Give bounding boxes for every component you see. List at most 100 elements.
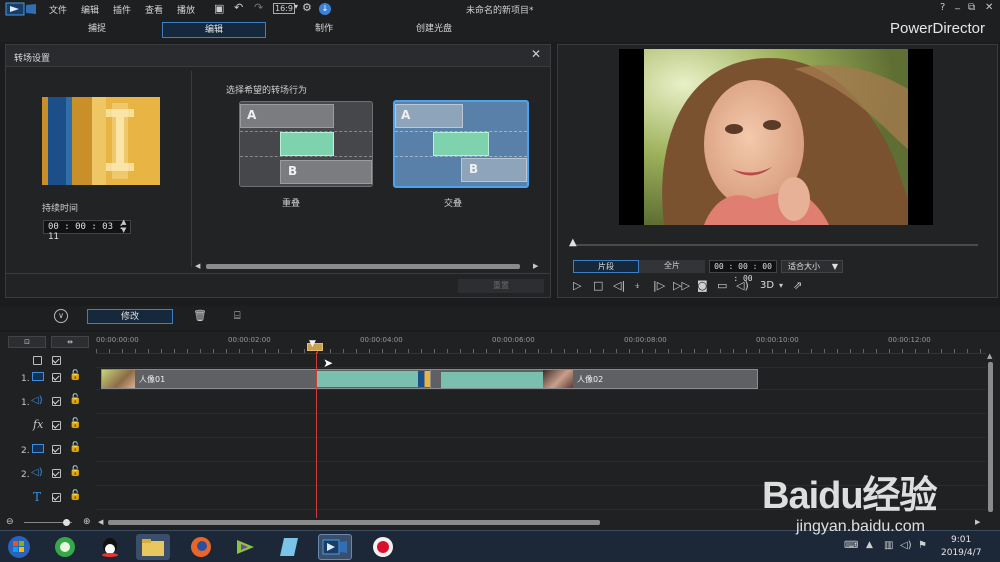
clip-thumbnail — [102, 370, 135, 388]
scrubber-handle-icon[interactable]: ▲ — [569, 237, 577, 248]
fast-forward-icon[interactable]: ▷▷ — [673, 279, 690, 292]
close-icon[interactable]: ✕ — [531, 47, 541, 61]
time-ruler[interactable]: 00:00:00:00 00:00:02:00 00:00:04:00 00:0… — [96, 332, 986, 354]
modify-button[interactable]: 修改 — [87, 309, 173, 324]
lock-icon[interactable]: 🔓 — [69, 394, 81, 405]
media-player-icon[interactable] — [228, 534, 262, 560]
scroll-left-icon[interactable]: ◀ — [195, 262, 200, 270]
play-icon[interactable]: ▷ — [573, 279, 581, 292]
subtitle-icon[interactable]: ▭ — [717, 279, 727, 292]
lock-icon[interactable]: 🔓 — [69, 466, 81, 477]
lock-icon[interactable]: 🔓 — [69, 418, 81, 429]
scroll-right-icon[interactable]: ▶ — [533, 262, 538, 270]
network-icon[interactable]: ▥ — [884, 540, 893, 551]
cross-option[interactable]: A B — [393, 100, 529, 188]
recorder-icon[interactable] — [366, 534, 400, 560]
clock-date[interactable]: 2019/4/7 — [941, 548, 981, 558]
volume-icon[interactable]: ◁) — [736, 279, 749, 292]
all-tracks-toggle[interactable] — [33, 356, 42, 365]
next-frame-icon[interactable]: |▷ — [653, 279, 665, 292]
menu-view[interactable]: 查看 — [145, 3, 163, 16]
video-clip[interactable]: 人像02 — [430, 369, 758, 389]
preview-scrubber[interactable] — [570, 244, 978, 246]
track-enable-checkbox[interactable] — [52, 397, 61, 406]
tab-edit[interactable]: 编辑 — [162, 22, 266, 38]
duration-field[interactable]: 00 : 00 : 03 : 11 ▲ ▼ — [43, 218, 131, 242]
close-icon[interactable]: ✕ — [985, 2, 993, 13]
lock-icon[interactable]: 🔓 — [69, 490, 81, 501]
scroll-left-icon[interactable]: ◀ — [98, 518, 103, 526]
scroll-up-icon[interactable]: ▲ — [987, 352, 992, 360]
duration-value: 00 : 00 : 03 : 11 — [48, 222, 124, 242]
more-tools-icon[interactable]: ⌸ — [234, 309, 241, 323]
start-button[interactable] — [4, 534, 34, 560]
aspect-ratio-icon[interactable]: 16:9 — [273, 3, 295, 14]
spin-down-icon[interactable]: ▼ — [121, 226, 126, 234]
trash-icon[interactable]: 🗑 — [193, 309, 207, 322]
cross-label: 交叠 — [444, 199, 463, 209]
menu-edit[interactable]: 编辑 — [81, 3, 99, 16]
timeline-options-icon[interactable]: ∨ — [54, 309, 68, 323]
firefox-icon[interactable] — [184, 534, 218, 560]
undo-icon[interactable]: ↶ — [234, 1, 243, 14]
track-enable-checkbox[interactable] — [52, 445, 61, 454]
chevron-down-icon[interactable]: ▾ — [779, 281, 783, 290]
dialog-scrollbar[interactable] — [206, 264, 520, 269]
menu-plugins[interactable]: 插件 — [113, 3, 131, 16]
qq-icon[interactable] — [93, 534, 127, 560]
zoom-in-icon[interactable]: ⊕ — [83, 517, 91, 527]
stop-icon[interactable]: □ — [593, 279, 603, 292]
tab-produce[interactable]: 制作 — [290, 22, 358, 38]
tab-create-disc[interactable]: 创建光盘 — [398, 22, 470, 38]
gear-icon[interactable]: ⚙ — [302, 1, 312, 14]
show-hidden-icons[interactable]: ▲ — [866, 540, 873, 550]
track-b-label: B — [469, 162, 479, 176]
powerdirector-taskbar-icon[interactable] — [318, 534, 352, 560]
chevron-down-icon[interactable]: ▾ — [294, 2, 298, 11]
zoom-out-icon[interactable]: ⊖ — [6, 517, 14, 527]
track-enable-checkbox[interactable] — [52, 493, 61, 502]
keyboard-icon[interactable]: ⌨ — [844, 540, 858, 551]
track-enable-checkbox[interactable] — [52, 373, 61, 382]
zoom-select[interactable]: 适合大小 ▼ — [781, 260, 843, 273]
browser-360-icon[interactable] — [48, 534, 82, 560]
redo-icon[interactable]: ↷ — [254, 1, 263, 14]
reset-button[interactable]: 重置 — [458, 279, 544, 293]
save-icon[interactable]: ▣ — [214, 2, 224, 15]
overlap-option[interactable]: A B — [239, 101, 373, 187]
timeline-horizontal-scrollbar[interactable] — [108, 520, 600, 525]
help-icon[interactable]: ? — [940, 2, 945, 13]
watermark-url: jingyan.baidu.com — [796, 518, 925, 535]
previous-frame-icon[interactable]: ◁| — [613, 279, 625, 292]
lock-icon[interactable]: 🔓 — [69, 442, 81, 453]
split-icon[interactable]: ⍖ — [634, 279, 641, 293]
spin-up-icon[interactable]: ▲ — [121, 218, 126, 226]
lock-icon[interactable]: 🔓 — [69, 370, 81, 381]
playhead-handle-icon[interactable]: ▼ — [309, 339, 316, 349]
clip-mode-button[interactable]: 片段 — [573, 260, 639, 273]
restore-icon[interactable]: ⧉ — [968, 2, 975, 13]
track-enable-checkbox[interactable] — [52, 469, 61, 478]
volume-icon[interactable]: ◁) — [900, 540, 912, 551]
zoom-to-fit-button[interactable]: ⇹ — [51, 336, 89, 348]
preview-panel: ▲ 片段 全片 00 : 00 : 00 : 00 适合大小 ▼ ▷ □ ◁| ⍖… — [557, 44, 998, 298]
track-enable-checkbox[interactable] — [52, 421, 61, 430]
fit-timeline-button[interactable]: ⊡ — [8, 336, 46, 348]
zoom-slider-handle[interactable] — [63, 519, 70, 526]
notepad-icon[interactable] — [272, 534, 306, 560]
3d-toggle[interactable]: 3D — [760, 280, 774, 291]
movie-mode-button[interactable]: 全片 — [639, 260, 705, 273]
file-explorer-icon[interactable] — [136, 534, 170, 560]
all-tracks-checkbox[interactable] — [52, 356, 61, 365]
snapshot-icon[interactable]: ◙ — [697, 279, 708, 292]
menu-playback[interactable]: 播放 — [177, 3, 195, 16]
tab-capture[interactable]: 捕捉 — [60, 22, 134, 38]
minimize-icon[interactable]: _ — [955, 0, 960, 10]
flag-icon[interactable]: ⚑ — [918, 540, 927, 551]
menu-file[interactable]: 文件 — [49, 3, 67, 16]
transition-overlap-region[interactable] — [316, 371, 418, 387]
preview-timecode[interactable]: 00 : 00 : 00 : 00 — [709, 260, 777, 283]
update-notification-icon[interactable]: ↓ — [319, 3, 331, 15]
undock-icon[interactable]: ⇗ — [793, 279, 802, 292]
clock-time[interactable]: 9:01 — [951, 535, 971, 545]
